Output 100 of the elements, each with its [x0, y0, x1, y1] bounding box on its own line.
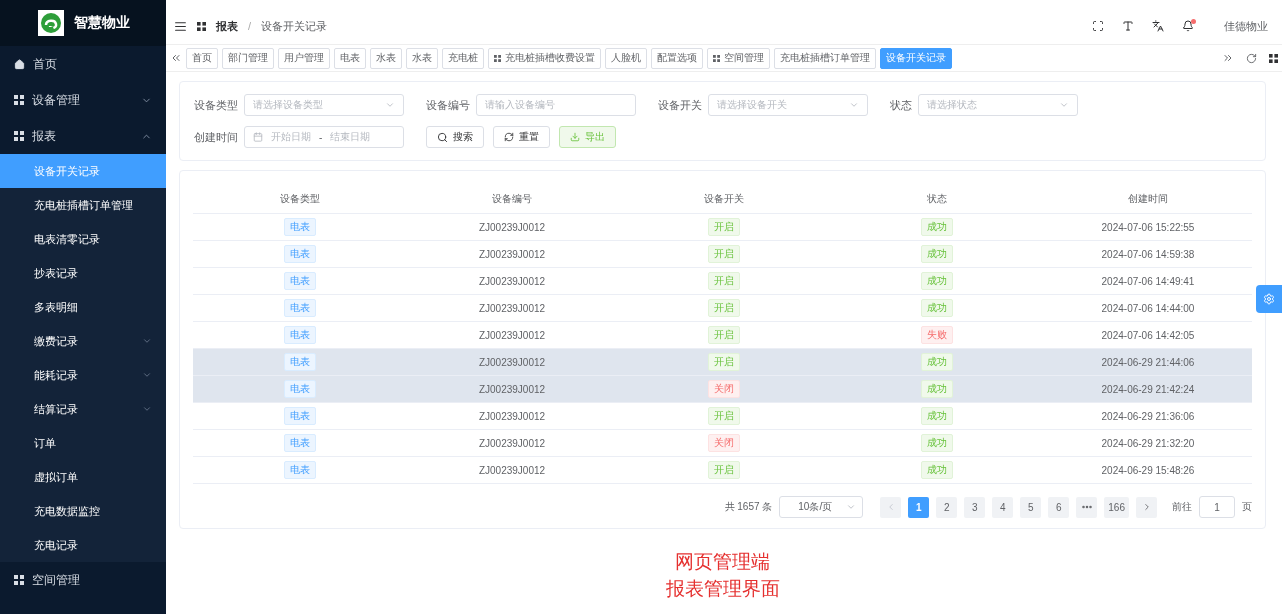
table-cell-text: ZJ00239J0012: [477, 220, 547, 235]
table-cell-text: 2024-06-29 21:36:06: [1100, 409, 1196, 424]
page-button[interactable]: 5: [1020, 496, 1042, 518]
tab[interactable]: 部门管理: [222, 47, 274, 69]
chevron-down-icon: [1059, 100, 1069, 110]
fullscreen-icon[interactable]: [1092, 20, 1104, 32]
status-tag: 成功: [920, 245, 953, 263]
sidebar-subitem[interactable]: 充电数据监控: [0, 494, 166, 528]
table-cell-text: 2024-07-06 14:59:38: [1100, 247, 1196, 262]
page-size-select[interactable]: 10条/页: [779, 496, 864, 518]
sidebar-item[interactable]: 设备管理: [0, 82, 166, 118]
switch-tag: 开启: [708, 461, 740, 479]
sidebar-subitem[interactable]: 能耗记录: [0, 358, 166, 392]
switch-tag: 开启: [708, 326, 740, 344]
table-cell-text: ZJ00239J0012: [477, 355, 547, 370]
tab[interactable]: 用户管理: [278, 47, 330, 69]
table-cell-text: ZJ00239J0012: [477, 436, 547, 451]
table-cell-text: 2024-07-06 14:44:00: [1100, 301, 1196, 316]
table-row[interactable]: 电表 ZJ00239J0012 关闭 成功 2024-06-29 21:42:24: [193, 376, 1252, 403]
table-cell-text: 2024-07-06 14:49:41: [1100, 274, 1196, 289]
bell-icon[interactable]: [1182, 20, 1194, 32]
sidebar-item[interactable]: 空间管理: [0, 562, 166, 598]
sidebar-subitem[interactable]: 抄表记录: [0, 256, 166, 290]
filter-label: 设备开关: [658, 97, 702, 113]
search-button[interactable]: 搜索: [426, 126, 484, 148]
type-tag: 电表: [283, 461, 316, 479]
type-tag: 电表: [283, 380, 316, 398]
type-tag: 电表: [283, 245, 316, 263]
filter-label: 设备编号: [426, 97, 470, 113]
tab[interactable]: 电表: [334, 47, 366, 69]
table-cell-text: 2024-07-06 15:22:55: [1100, 220, 1196, 235]
refresh-icon[interactable]: [1246, 52, 1257, 64]
column-header: 创建时间: [1127, 192, 1169, 206]
reset-button[interactable]: 重置: [493, 126, 550, 148]
sidebar-item[interactable]: 首页: [0, 46, 166, 82]
download-icon: [570, 132, 580, 142]
page-button[interactable]: 3: [964, 496, 986, 518]
breadcrumb-item[interactable]: 设备开关记录: [261, 18, 328, 34]
switch-tag: 关闭: [708, 380, 740, 398]
settings-icon: [1263, 293, 1275, 305]
type-tag: 电表: [283, 407, 316, 425]
search-icon: [437, 131, 448, 143]
chevron-down-icon: [846, 502, 857, 512]
switch-tag: 开启: [708, 272, 740, 290]
sidebar-subitem[interactable]: 多表明细: [0, 290, 166, 324]
type-tag: 电表: [283, 353, 316, 371]
column-header: 设备编号: [491, 192, 533, 206]
home-icon: [14, 58, 25, 70]
date-range-field[interactable]: 开始日期 - 结束日期: [244, 126, 404, 148]
scroll-left-icon[interactable]: [170, 52, 182, 64]
table-cell-text: ZJ00239J0012: [477, 247, 547, 262]
sidebar-subitem[interactable]: 充电记录: [0, 528, 166, 562]
status-tag: 成功: [920, 380, 953, 398]
table-row[interactable]: 电表 ZJ00239J0012 开启 成功 2024-06-29 21:44:06: [193, 349, 1252, 376]
tabs-menu-icon: [1269, 53, 1278, 63]
page-input[interactable]: 1: [1199, 496, 1235, 518]
status-tag: 成功: [920, 299, 953, 317]
tab[interactable]: 充电桩插槽收费设置: [488, 47, 601, 69]
switch-tag: 开启: [708, 218, 740, 236]
sidebar-subitem[interactable]: 虚拟订单: [0, 460, 166, 494]
switch-tag: 开启: [708, 245, 740, 263]
refresh-icon: [504, 132, 514, 142]
font-size-icon[interactable]: [1122, 20, 1134, 32]
status-tag: 成功: [920, 272, 953, 290]
tab[interactable]: 人脸机: [605, 47, 647, 69]
menu-icon[interactable]: [174, 19, 187, 33]
breadcrumb-separator: /: [248, 20, 252, 32]
page-button[interactable]: 166: [1104, 496, 1129, 518]
tab[interactable]: 水表: [370, 47, 402, 69]
more-pages-button[interactable]: [1076, 496, 1098, 518]
breadcrumb-item[interactable]: 报表: [216, 18, 238, 34]
tab[interactable]: 充电桩: [442, 47, 484, 69]
sidebar-subitem[interactable]: 电表清零记录: [0, 222, 166, 256]
table-cell-text: 2024-07-06 14:42:05: [1100, 328, 1196, 343]
chevron-down-icon: [849, 100, 859, 110]
scroll-right-icon[interactable]: [1222, 52, 1234, 64]
page-button[interactable]: 6: [1048, 496, 1070, 518]
translate-icon[interactable]: [1152, 20, 1164, 32]
sidebar-subitem[interactable]: 订单: [0, 426, 166, 460]
tab[interactable]: 首页: [186, 47, 218, 69]
sidebar-subitem[interactable]: 缴费记录: [0, 324, 166, 358]
type-tag: 电表: [283, 299, 316, 317]
table-cell-text: ZJ00239J0012: [477, 301, 547, 316]
page-button[interactable]: 4: [992, 496, 1014, 518]
tab[interactable]: 充电桩插槽订单管理: [774, 47, 876, 69]
tab[interactable]: 水表: [406, 47, 438, 69]
tab[interactable]: 配置选项: [651, 47, 703, 69]
grid-icon: [713, 54, 720, 62]
tab[interactable]: 空间管理: [707, 47, 770, 69]
chevron-down-icon: [142, 404, 152, 414]
jump-label: 前往: [1172, 500, 1192, 514]
status-tag: 成功: [920, 218, 953, 236]
sidebar-subitem[interactable]: 充电桩插槽订单管理: [0, 188, 166, 222]
column-header: 状态: [925, 192, 948, 206]
user-name[interactable]: 佳德物业: [1224, 18, 1268, 34]
sidebar-subitem[interactable]: 结算记录: [0, 392, 166, 426]
page-button[interactable]: 2: [936, 496, 958, 518]
grid-icon: [14, 575, 24, 585]
brand-name: 智慧物业: [74, 14, 130, 32]
sidebar-item[interactable]: 报表: [0, 118, 166, 154]
